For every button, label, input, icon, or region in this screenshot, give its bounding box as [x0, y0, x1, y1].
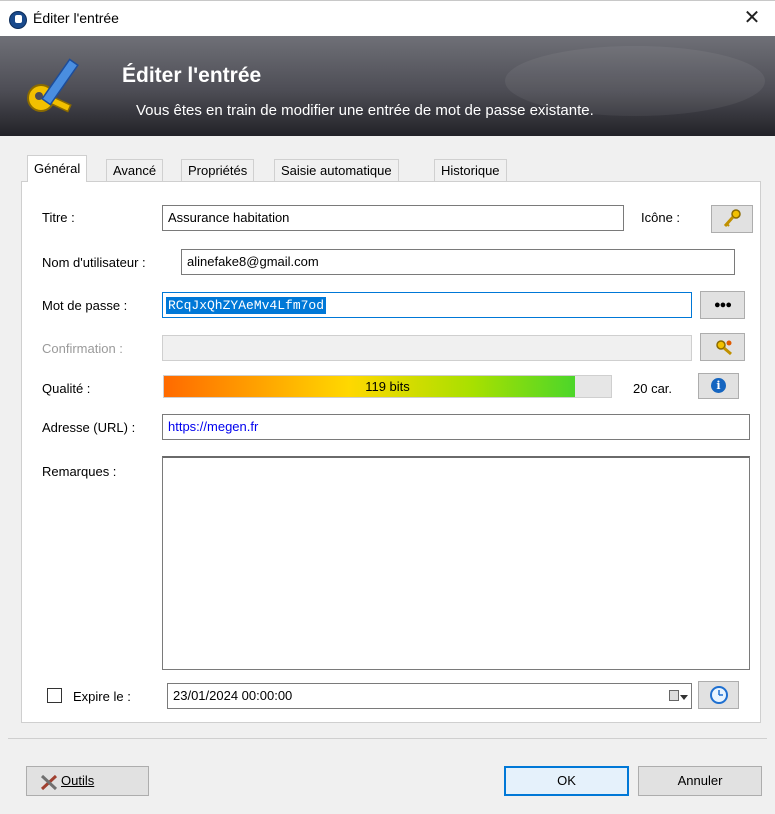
- tools-icon: [40, 774, 58, 790]
- password-value: RCqJxQhZYAeMv4Lfm7od: [166, 297, 327, 314]
- username-label: Nom d'utilisateur :: [42, 255, 146, 270]
- password-label: Mot de passe :: [42, 298, 128, 313]
- footer-separator: [8, 738, 767, 739]
- tab-properties[interactable]: Propriétés: [181, 159, 255, 181]
- key-generator-icon: [715, 340, 732, 356]
- calendar-dropdown-icon[interactable]: [669, 689, 689, 703]
- notes-textarea[interactable]: [162, 456, 750, 670]
- banner-subtitle: Vous êtes en train de modifier une entré…: [136, 102, 594, 119]
- notes-label: Remarques :: [42, 464, 117, 479]
- close-icon[interactable]: ✕: [729, 1, 775, 36]
- ok-button[interactable]: OK: [504, 766, 629, 796]
- banner-heading: Éditer l'entrée: [122, 64, 262, 87]
- username-field[interactable]: alinefake8@gmail.com: [181, 249, 735, 275]
- tab-advanced[interactable]: Avancé: [106, 159, 164, 181]
- url-field[interactable]: https://megen.fr: [162, 414, 750, 440]
- quality-bits: 119 bits: [365, 379, 410, 394]
- header-banner: Éditer l'entrée Vous êtes en train de mo…: [0, 36, 775, 136]
- icon-label: Icône :: [641, 210, 681, 225]
- keepass-lock-icon: [9, 11, 27, 29]
- expire-checkbox[interactable]: [47, 688, 62, 703]
- confirmation-label: Confirmation :: [42, 341, 123, 356]
- window-title: Éditer l'entrée: [33, 10, 119, 26]
- confirmation-field: [162, 335, 692, 361]
- quality-bar: 119 bits: [163, 375, 612, 398]
- url-label: Adresse (URL) :: [42, 420, 136, 435]
- password-generator-button[interactable]: [700, 333, 745, 361]
- info-icon: i: [711, 378, 726, 393]
- key-pencil-icon: [27, 58, 79, 113]
- expire-date-field[interactable]: 23/01/2024 00:00:00: [167, 683, 692, 709]
- tab-general[interactable]: Général: [27, 155, 88, 182]
- tab-history[interactable]: Historique: [434, 159, 507, 181]
- char-count: 20 car.: [633, 381, 673, 396]
- tools-label: Outils: [61, 773, 95, 788]
- clock-icon: [709, 686, 728, 704]
- quality-info-button[interactable]: i: [698, 373, 739, 399]
- window-titlebar: Éditer l'entrée ✕: [0, 0, 775, 36]
- quality-label: Qualité :: [42, 381, 91, 396]
- title-label: Titre :: [42, 210, 75, 225]
- cancel-button[interactable]: Annuler: [638, 766, 762, 796]
- key-icon: [723, 209, 741, 227]
- expire-label: Expire le :: [73, 689, 131, 704]
- toggle-password-visibility-button[interactable]: ●●●: [700, 291, 745, 319]
- expiry-presets-button[interactable]: [698, 681, 739, 709]
- password-field[interactable]: RCqJxQhZYAeMv4Lfm7od: [162, 292, 692, 318]
- tab-autotype[interactable]: Saisie automatique: [274, 159, 399, 181]
- title-field[interactable]: Assurance habitation: [162, 205, 624, 231]
- icon-picker-button[interactable]: [711, 205, 753, 233]
- tools-button[interactable]: Outils: [26, 766, 149, 796]
